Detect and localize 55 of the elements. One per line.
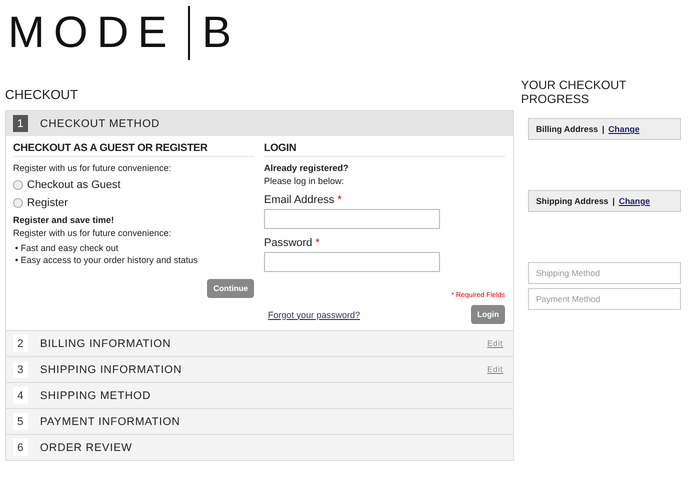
login-button[interactable]: Login [471,305,505,324]
progress-item: Payment Method [528,288,681,310]
change-link[interactable]: Change [618,196,650,206]
required-mark: * [315,237,320,249]
progress-label: Billing Address [536,124,598,134]
logo-text: MODE [8,11,176,55]
step-title: BILLING INFORMATION [40,338,172,350]
intro-text: Register with us for future convenience: [13,163,172,173]
input-field[interactable] [264,209,440,229]
logo-divider [188,6,190,60]
benefit-title: Register and save time! [13,215,116,225]
required-mark: * [337,194,342,206]
page-title: CHECKOUT [5,86,79,104]
input-field[interactable] [264,252,440,272]
field-label: Password [264,237,312,249]
step-header[interactable]: 2 BILLING INFORMATION Edit [6,330,513,356]
radio-label: Checkout as Guest [27,179,121,191]
benefit-intro: Register with us for future convenience: [13,228,172,238]
step-number: 1 [13,115,28,132]
change-link[interactable]: Change [608,124,640,134]
step-number: 6 [13,439,28,456]
step-title: SHIPPING INFORMATION [40,364,183,376]
bullet: • [15,243,18,253]
logo-text: B [202,11,240,55]
section-heading: CHECKOUT AS A GUEST OR REGISTER [13,142,254,157]
step-number: 5 [13,413,28,430]
login-hint: Please log in below: [264,176,346,186]
step-title: SHIPPING METHOD [40,390,152,402]
step-number: 2 [13,335,28,352]
benefit-item: Fast and easy check out [20,243,118,253]
radio-button[interactable] [13,198,23,208]
section-heading: LOGIN [264,142,505,157]
progress-label: Shipping Address [536,196,608,206]
forgot-password-link[interactable]: Forgot your password? [268,310,360,320]
progress-title: YOUR CHECKOUT PROGRESS [521,78,628,106]
step-number: 3 [13,361,28,378]
field-label: Email Address [264,194,334,206]
continue-button[interactable]: Continue [207,279,254,298]
step-number: 4 [13,387,28,404]
progress-item: Shipping Method [528,262,681,284]
login-subtitle: Already registered? [264,163,350,173]
bullet: • [15,255,18,265]
step-header[interactable]: 5 PAYMENT INFORMATION [6,408,513,434]
step-title: ORDER REVIEW [40,442,134,454]
step-title: CHECKOUT METHOD [40,118,161,130]
step-header[interactable]: 1 CHECKOUT METHOD [6,111,513,136]
step-header[interactable]: 3 SHIPPING INFORMATION Edit [6,356,513,382]
step-header[interactable]: 4 SHIPPING METHOD [6,382,513,408]
separator: | [602,124,604,134]
step-title: PAYMENT INFORMATION [40,416,182,428]
radio-button[interactable] [13,180,23,190]
separator: | [612,196,615,206]
step-header[interactable]: 6 ORDER REVIEW [6,434,513,460]
radio-label: Register [27,197,68,209]
benefit-item: Easy access to your order history and status [20,255,198,265]
